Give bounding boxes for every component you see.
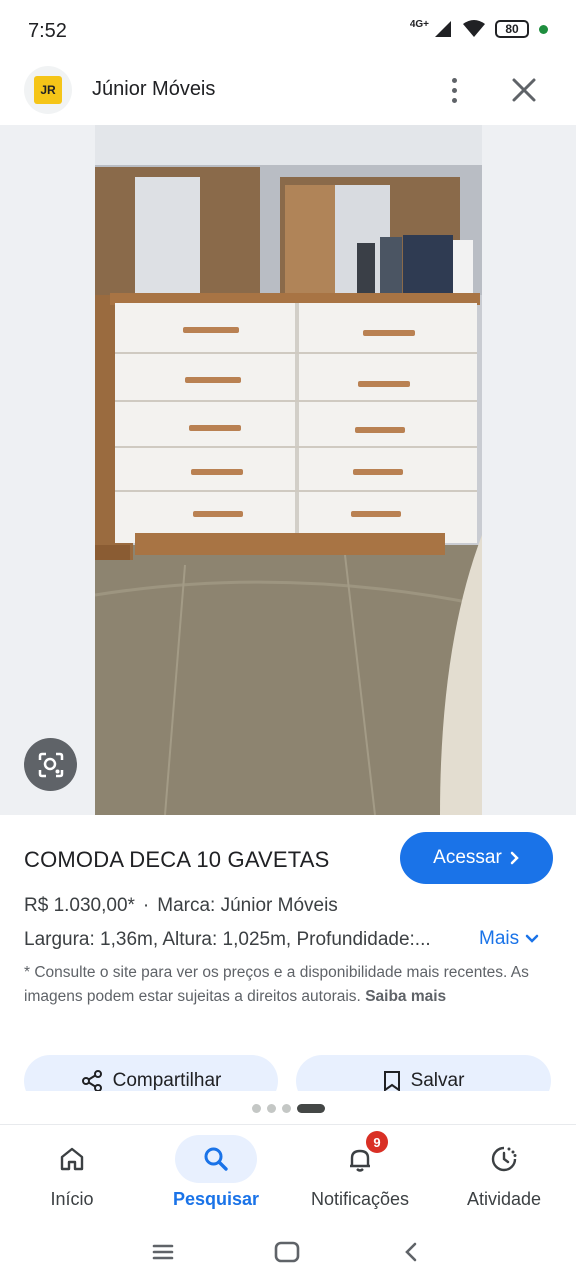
home-square-icon [274,1241,300,1263]
signal-icon [435,21,451,37]
bookmark-icon [383,1071,400,1091]
wifi-icon [463,20,485,37]
separator: · [142,895,150,916]
source-name[interactable]: Júnior Móveis [92,78,215,101]
close-icon [512,78,536,102]
nav-activity-label: Atividade [466,1189,542,1209]
battery-level: 80 [505,22,519,36]
pager-dot-active [297,1104,325,1113]
nav-notifications[interactable]: 9 Notificações [288,1125,432,1223]
more-vert-icon [451,77,457,83]
image-viewer[interactable] [0,125,576,815]
recents-icon [152,1244,174,1260]
product-title: COMODA DECA 10 GAVETAS [24,847,330,872]
more-link-label: Mais [479,928,520,949]
chevron-right-icon [510,851,519,865]
lens-search-button[interactable] [24,738,77,791]
nav-notifications-label: Notificações [310,1189,410,1209]
pager-dot [282,1104,291,1113]
share-button[interactable]: Compartilhar [24,1055,278,1091]
price-line: R$ 1.030,00* · Marca: Júnior Móveis [24,895,338,917]
bottom-navigation: Início Pesquisar 9 Notificações Atividad… [0,1124,576,1222]
privacy-indicator [539,24,548,34]
status-time: 7:52 [28,20,67,42]
nav-search-label: Pesquisar [172,1189,260,1209]
pager-dot [252,1104,261,1113]
home-system-button[interactable] [267,1232,307,1272]
battery-icon: 80 [495,20,529,38]
more-link[interactable]: Mais [479,928,539,950]
close-button[interactable] [506,72,542,108]
pager-dot [267,1104,276,1113]
back-button[interactable] [391,1232,431,1272]
pager-dots [252,1104,325,1113]
disclaimer-text: * Consulte o site para ver os preços e a… [24,964,529,1005]
notification-badge: 9 [366,1131,388,1153]
activity-icon [491,1146,517,1172]
product-details: COMODA DECA 10 GAVETAS Acessar R$ 1.030,… [0,815,576,1100]
lens-icon [38,752,63,777]
system-navigation [0,1222,576,1280]
chevron-down-icon [525,934,539,943]
more-options-button[interactable] [440,72,468,108]
nav-home-label: Início [50,1189,94,1209]
nav-home[interactable]: Início [0,1125,144,1223]
save-label: Salvar [410,1070,465,1091]
disclaimer: * Consulte o site para ver os preços e a… [24,961,554,1009]
action-row: Compartilhar Salvar [0,1055,576,1091]
source-logo[interactable]: JR [24,66,72,114]
logo-mark: JR [34,76,62,104]
access-button-label: Acessar [433,847,502,868]
network-type: 4G+ [409,18,429,30]
product-price: R$ 1.030,00* [24,895,135,916]
product-photo[interactable] [95,125,482,815]
source-header: JR Júnior Móveis [0,60,576,124]
status-bar: 7:52 4G+ 80 [0,0,576,60]
product-brand: Marca: Júnior Móveis [157,895,338,916]
nav-activity[interactable]: Atividade [432,1125,576,1223]
home-icon [60,1147,84,1171]
nav-search[interactable]: Pesquisar [144,1125,288,1223]
learn-more-link[interactable]: Saiba mais [365,988,446,1005]
share-icon [81,1070,102,1091]
product-description: Largura: 1,36m, Altura: 1,025m, Profundi… [24,929,431,950]
back-icon [405,1242,417,1262]
recents-button[interactable] [143,1232,183,1272]
save-button[interactable]: Salvar [296,1055,551,1091]
status-icons: 4G+ 80 [409,18,548,38]
share-label: Compartilhar [112,1070,222,1091]
search-icon [204,1147,228,1171]
access-button[interactable]: Acessar [400,832,553,884]
